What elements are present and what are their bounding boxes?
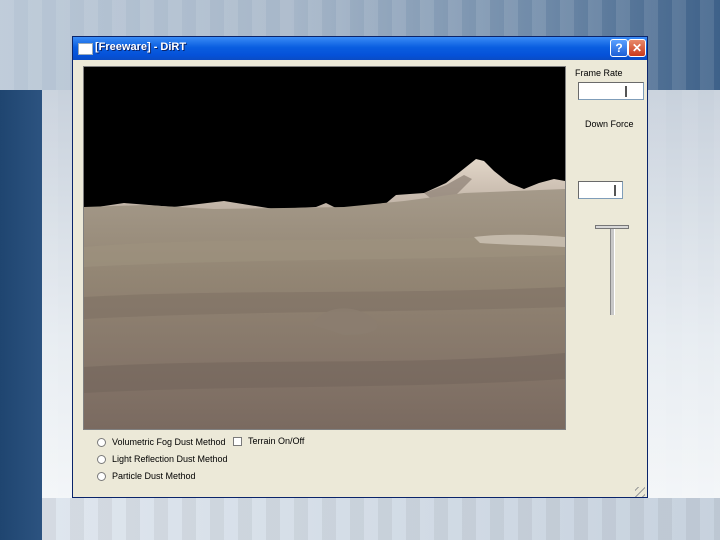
window-title: [Freeware] - DiRT [95, 41, 187, 53]
radio-icon[interactable] [97, 472, 106, 481]
checkbox-icon[interactable] [233, 437, 242, 446]
method-label: Light Reflection Dust Method [112, 454, 228, 464]
help-button[interactable]: ? [610, 39, 628, 57]
radio-icon[interactable] [97, 455, 106, 464]
down-force-field[interactable] [578, 181, 623, 199]
terrain-viewport[interactable] [83, 66, 566, 430]
help-icon: ? [615, 41, 623, 55]
desktop-backdrop-bottom [42, 498, 720, 540]
close-icon: ✕ [631, 41, 643, 55]
window-icon [78, 43, 93, 55]
down-force-slider-thumb[interactable] [595, 225, 629, 229]
resize-grip-icon[interactable] [635, 487, 645, 497]
frame-rate-label: Frame Rate [575, 68, 623, 78]
terrain-toggle-label: Terrain On/Off [248, 436, 305, 446]
text-cursor-icon [625, 86, 627, 97]
terrain-render [84, 67, 565, 429]
text-cursor-icon [614, 185, 616, 196]
down-force-label: Down Force [585, 119, 634, 129]
frame-rate-field[interactable] [578, 82, 644, 100]
method-label: Particle Dust Method [112, 471, 196, 481]
down-force-slider-track[interactable] [610, 229, 615, 315]
close-button[interactable]: ✕ [628, 39, 646, 57]
radio-icon[interactable] [97, 438, 106, 447]
desktop-backdrop-left [0, 90, 42, 540]
title-bar[interactable]: [Freeware] - DiRT ? ✕ [73, 37, 647, 60]
app-window: [Freeware] - DiRT ? ✕ Volumetric Fog Dus… [72, 36, 648, 498]
method-label: Volumetric Fog Dust Method [112, 437, 226, 447]
